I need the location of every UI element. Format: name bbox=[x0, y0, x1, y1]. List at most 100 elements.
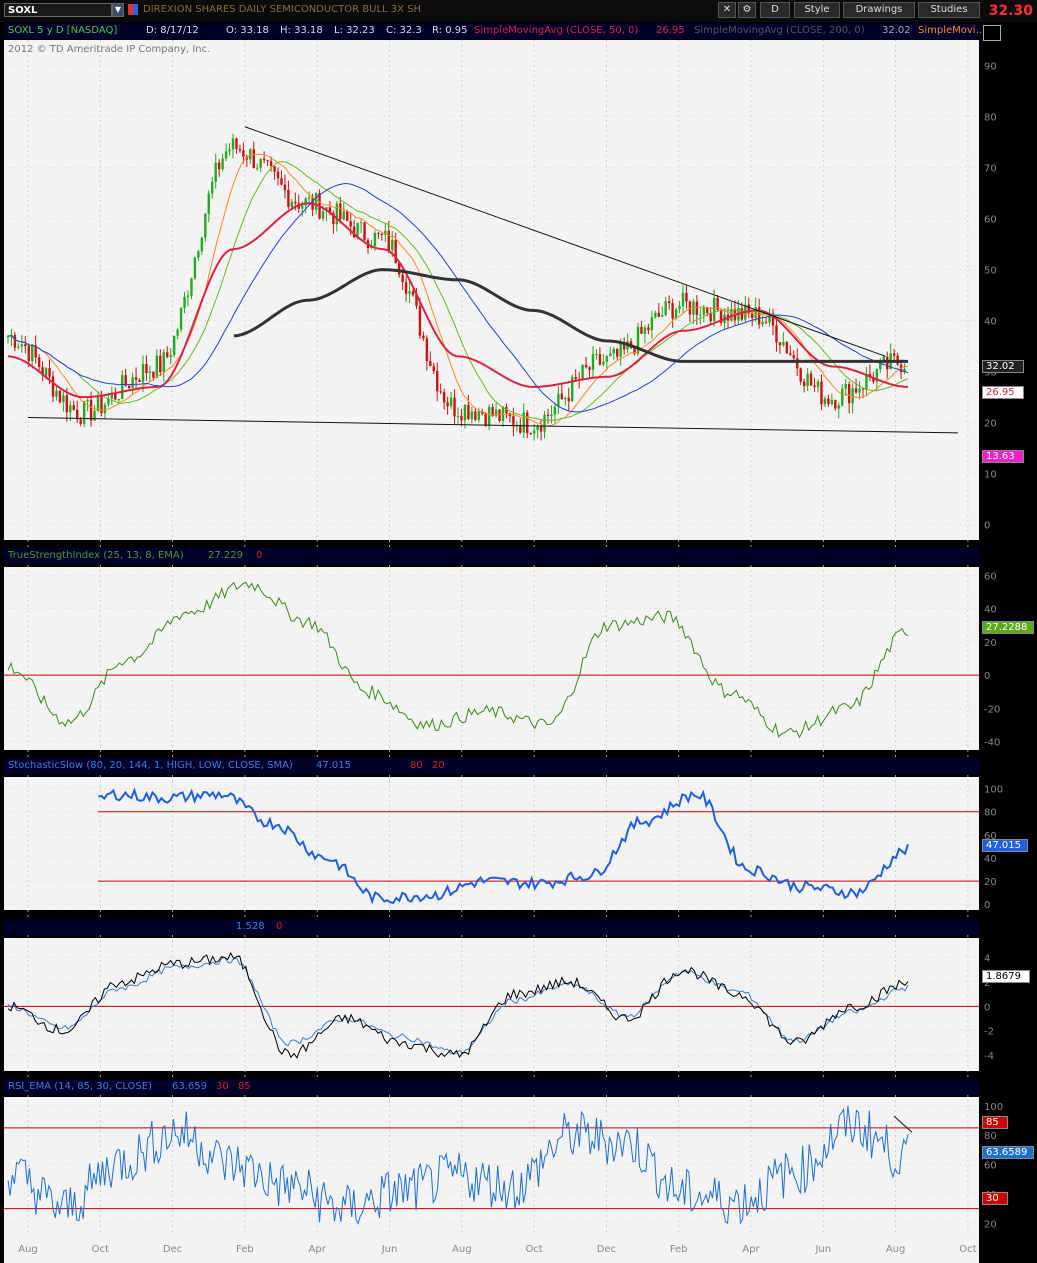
price-candle bbox=[162, 352, 165, 373]
price-candle bbox=[121, 375, 124, 400]
price-candle bbox=[373, 232, 377, 247]
price-candle bbox=[847, 384, 851, 404]
price-candle bbox=[439, 391, 442, 393]
price-candle bbox=[754, 307, 757, 319]
rsi-header: RSI_EMA (14, 85, 30, CLOSE) 63.659 30 85 bbox=[4, 1079, 979, 1095]
price-candle bbox=[290, 201, 294, 207]
y-tick-label: 20 bbox=[984, 877, 997, 888]
price-candle bbox=[287, 190, 290, 207]
rsi-pane[interactable] bbox=[4, 1097, 979, 1235]
y-tick-label: 80 bbox=[984, 808, 997, 819]
x-tick-label: Aug bbox=[18, 1244, 38, 1255]
price-candle bbox=[526, 412, 529, 434]
price-candle bbox=[148, 371, 152, 373]
price-candle bbox=[314, 193, 318, 210]
price-pane[interactable] bbox=[4, 40, 979, 540]
price-candle bbox=[699, 314, 702, 316]
price-candle bbox=[550, 414, 553, 417]
price-candle bbox=[650, 317, 654, 331]
price-candle bbox=[539, 426, 543, 432]
price-candle bbox=[470, 411, 474, 419]
macd-header: 1.528 0 bbox=[4, 919, 979, 935]
macd-value-label: 1.8679 bbox=[982, 970, 1030, 983]
price-candle bbox=[882, 356, 885, 361]
y-tick-label: 80 bbox=[984, 1131, 997, 1142]
x-tick-label: Apr bbox=[309, 1244, 327, 1255]
price-candle bbox=[89, 399, 93, 421]
price-candle bbox=[529, 433, 532, 435]
price-candle bbox=[411, 291, 415, 295]
x-tick-label: Feb bbox=[236, 1244, 254, 1255]
y-tick-label: -2 bbox=[984, 1027, 994, 1038]
price-candle bbox=[546, 414, 550, 417]
tsi-value: 27.229 bbox=[208, 550, 243, 561]
rsi-os: 30 bbox=[216, 1081, 229, 1092]
price-candle bbox=[155, 355, 159, 378]
price-candle bbox=[422, 335, 425, 339]
price-candle bbox=[197, 251, 200, 258]
price-candle bbox=[560, 393, 564, 400]
price-candle bbox=[643, 327, 647, 334]
price-candle bbox=[512, 416, 515, 427]
price-candle bbox=[442, 392, 446, 403]
price-candle bbox=[429, 361, 432, 367]
price-candle bbox=[186, 295, 190, 297]
price-candle bbox=[141, 364, 145, 383]
price-candle bbox=[584, 364, 588, 368]
price-candle bbox=[460, 415, 463, 421]
price-candle bbox=[532, 430, 536, 434]
price-candle bbox=[813, 385, 816, 387]
price-candle bbox=[62, 395, 65, 403]
price-candle bbox=[273, 166, 276, 172]
price-candle bbox=[477, 411, 480, 420]
price-candle bbox=[730, 309, 733, 321]
price-candle bbox=[467, 404, 470, 419]
price-candle bbox=[283, 184, 287, 191]
price-candle bbox=[892, 353, 896, 356]
rsi-os-label: 30 bbox=[982, 1192, 1008, 1205]
x-tick-label: Oct bbox=[92, 1244, 109, 1255]
price-candle bbox=[851, 388, 854, 404]
price-candle bbox=[858, 388, 861, 393]
price-candle bbox=[612, 349, 615, 354]
price-candle bbox=[276, 171, 280, 179]
price-candle bbox=[37, 357, 41, 368]
price-candle bbox=[674, 309, 678, 319]
price-candle bbox=[799, 368, 802, 382]
price-candle bbox=[678, 306, 681, 310]
price-candle bbox=[844, 384, 847, 389]
price-candle bbox=[841, 388, 844, 406]
x-tick-label: Feb bbox=[670, 1244, 688, 1255]
tsi-value-label: 27.2288 bbox=[982, 621, 1034, 634]
rsi-value-label: 63.6589 bbox=[982, 1146, 1034, 1159]
price-candle bbox=[145, 364, 148, 373]
tsi-pane[interactable] bbox=[4, 567, 979, 750]
price-candle bbox=[432, 366, 435, 372]
y-tick-label: -20 bbox=[984, 704, 1000, 715]
price-candle bbox=[266, 160, 269, 162]
y-tick-label: 0 bbox=[984, 900, 990, 911]
x-tick-label: Dec bbox=[597, 1244, 616, 1255]
price-candle bbox=[214, 162, 217, 182]
price-candle bbox=[823, 398, 827, 405]
y-tick-label: 10 bbox=[984, 470, 997, 481]
price-candle bbox=[456, 415, 460, 417]
copyright-text: 2012 © TD Ameritrade IP Company, Inc. bbox=[8, 44, 211, 55]
price-candle bbox=[401, 274, 404, 283]
price-candle bbox=[307, 197, 311, 199]
price-candle bbox=[564, 397, 567, 400]
price-candle bbox=[702, 306, 705, 315]
price-candle bbox=[242, 150, 245, 157]
price-candle bbox=[581, 364, 584, 380]
price-candle bbox=[453, 397, 456, 417]
price-candle bbox=[647, 327, 650, 331]
y-tick-label: 4 bbox=[984, 954, 990, 965]
price-candle bbox=[654, 312, 657, 318]
chart-canvas[interactable]: Aug Oct Dec Feb Apr Jun Aug Oct Dec Feb Apr Jun Aug O… bbox=[0, 0, 1037, 1263]
price-candle bbox=[44, 368, 48, 376]
macd-zero: 0 bbox=[276, 921, 283, 932]
macd-pane[interactable] bbox=[4, 938, 979, 1071]
price-candle bbox=[487, 407, 491, 426]
price-candle bbox=[778, 342, 782, 346]
price-candle bbox=[20, 344, 24, 347]
